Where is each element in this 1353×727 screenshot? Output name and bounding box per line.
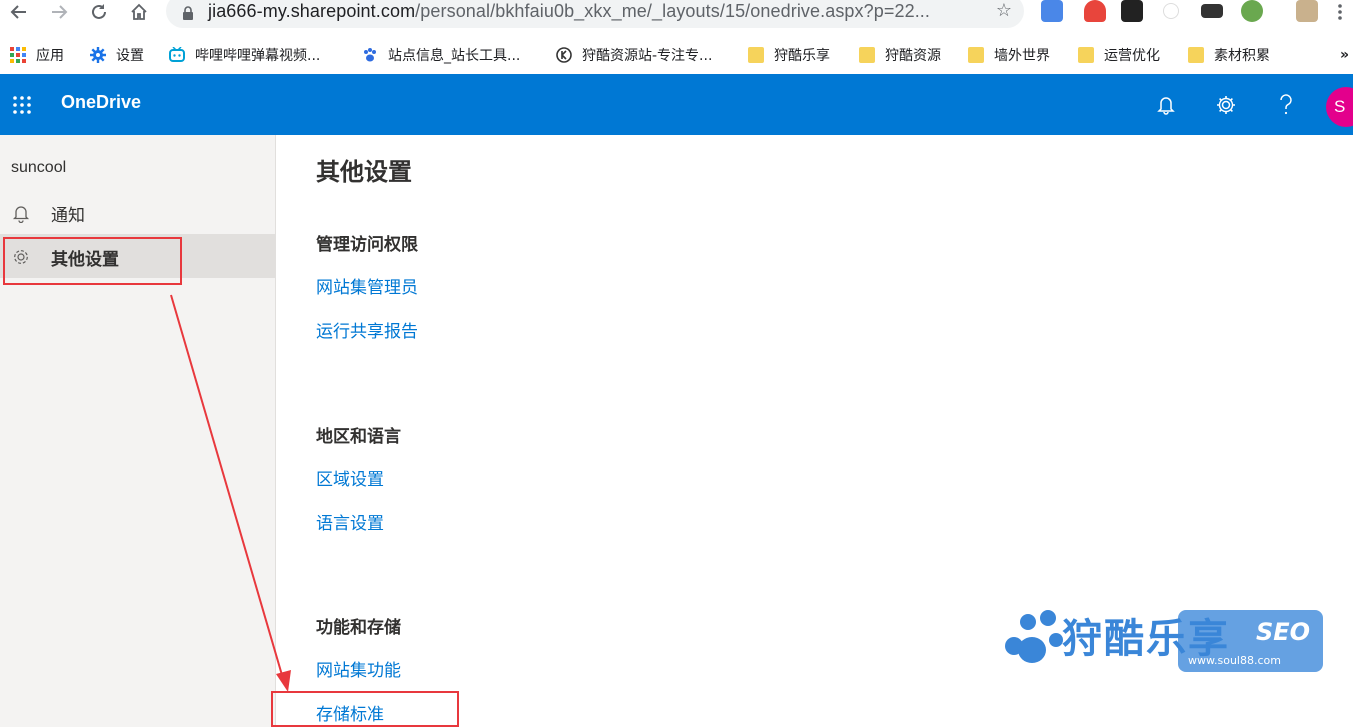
- link-site-collection-features[interactable]: 网站集功能: [316, 656, 401, 681]
- bookmark-folder[interactable]: 狩酷资源: [859, 42, 941, 68]
- bookmark-label: 狩酷乐享: [774, 48, 830, 64]
- bookmark-site-info[interactable]: 站点信息_站长工具...: [362, 42, 520, 68]
- apps-grid-icon: [10, 47, 26, 63]
- settings-button[interactable]: [1211, 90, 1241, 120]
- extension-red-icon[interactable]: [1084, 0, 1106, 22]
- reload-icon: [92, 4, 106, 19]
- home-button[interactable]: [124, 0, 154, 24]
- app-launcher-button[interactable]: [0, 74, 44, 135]
- highlight-box-settings: [3, 237, 182, 285]
- lock-icon: [183, 6, 193, 20]
- bookmark-settings[interactable]: 设置: [90, 42, 144, 68]
- more-bookmarks-button[interactable]: »: [1340, 42, 1349, 68]
- extension-profile-icon[interactable]: [1296, 0, 1318, 22]
- folder-icon: [1188, 47, 1204, 63]
- bookmark-resource-site[interactable]: 狩酷资源站-专注专...: [556, 42, 712, 68]
- home-icon: [131, 3, 147, 20]
- bookmark-folder[interactable]: 狩酷乐享: [748, 42, 830, 68]
- more-bookmarks-chevron-icon: »: [1340, 47, 1350, 63]
- section-title-features-storage: 功能和存储: [316, 618, 401, 638]
- suite-header: OneDrive S: [0, 74, 1353, 135]
- url-text: jia666-my.sharepoint.com/personal/bkhfai…: [208, 1, 930, 22]
- bell-icon: [12, 206, 30, 223]
- bookmark-label: 站点信息_站长工具...: [388, 48, 521, 64]
- folder-icon: [748, 47, 764, 63]
- watermark-site: www.soul88.com: [1188, 654, 1281, 667]
- bookmark-label: 运营优化: [1104, 48, 1160, 64]
- section-title-access: 管理访问权限: [316, 235, 418, 255]
- link-site-collection-admins[interactable]: 网站集管理员: [316, 273, 418, 298]
- extension-dot-icon[interactable]: [1163, 3, 1179, 19]
- url-host: jia666-my.sharepoint.com: [208, 1, 416, 21]
- translate-extension-icon[interactable]: [1041, 0, 1063, 22]
- arrow-right-icon: [52, 5, 68, 19]
- site-name: suncool: [11, 159, 67, 176]
- folder-icon: [859, 47, 875, 63]
- browser-menu-button[interactable]: [1328, 0, 1352, 24]
- back-button[interactable]: [4, 0, 34, 24]
- gear-icon: [1217, 96, 1235, 114]
- watermark-seo: SEO: [1256, 618, 1311, 646]
- folder-icon: [968, 47, 984, 63]
- bookmark-folder[interactable]: 素材积累: [1188, 42, 1270, 68]
- avatar-initial: S: [1334, 97, 1346, 116]
- nav-item-notifications[interactable]: 通知: [0, 190, 275, 234]
- folder-icon: [1078, 47, 1094, 63]
- address-bar[interactable]: jia666-my.sharepoint.com/personal/bkhfai…: [166, 0, 1024, 28]
- bookmark-label: 哔哩哔哩弹幕视频...: [195, 48, 321, 64]
- extension-glasses-icon[interactable]: [1201, 4, 1223, 18]
- bookmark-star-icon[interactable]: ☆: [996, 0, 1012, 21]
- k-circle-icon: [556, 47, 572, 63]
- paw-icon: [364, 48, 376, 62]
- help-button[interactable]: [1271, 90, 1301, 120]
- bookmark-label: 墙外世界: [994, 48, 1050, 64]
- section-title-region-language: 地区和语言: [316, 427, 401, 447]
- page-title: 其他设置: [316, 158, 412, 186]
- extension-globe-icon[interactable]: [1241, 0, 1263, 22]
- url-path: /personal/bkhfaiu0b_xkx_me/_layouts/15/o…: [415, 1, 931, 21]
- bookmark-label: 应用: [36, 48, 64, 64]
- notifications-button[interactable]: [1151, 90, 1181, 120]
- waffle-icon: [13, 95, 31, 114]
- bookmark-label: 设置: [116, 48, 144, 64]
- forward-button[interactable]: [44, 0, 74, 24]
- bookmark-folder[interactable]: 墙外世界: [968, 42, 1050, 68]
- account-avatar[interactable]: S: [1326, 87, 1353, 127]
- bookmark-label: 狩酷资源: [885, 48, 941, 64]
- app-title[interactable]: OneDrive: [61, 92, 141, 113]
- link-regional-settings[interactable]: 区域设置: [316, 465, 384, 490]
- left-navigation: suncool 通知 其他设置: [0, 135, 276, 727]
- bilibili-icon: [169, 47, 185, 62]
- bookmark-folder[interactable]: 运营优化: [1078, 42, 1160, 68]
- highlight-box-storage: [271, 691, 459, 727]
- gear-icon: [90, 47, 106, 63]
- extension-mask-icon[interactable]: [1121, 0, 1143, 22]
- question-mark-icon: [1280, 94, 1292, 115]
- bookmark-label: 素材积累: [1214, 48, 1270, 64]
- arrow-left-icon: [10, 5, 26, 19]
- reload-button[interactable]: [84, 0, 114, 24]
- bookmark-bilibili[interactable]: 哔哩哔哩弹幕视频...: [169, 42, 320, 68]
- link-language-settings[interactable]: 语言设置: [316, 509, 384, 534]
- bookmarks-bar: 应用 设置 哔哩哔哩弹幕视频... 站点信息_站长工具... 狩酷资源站-专注专…: [0, 36, 1353, 74]
- bookmark-apps[interactable]: 应用: [10, 42, 64, 68]
- bell-icon: [1157, 97, 1175, 115]
- browser-toolbar: jia666-my.sharepoint.com/personal/bkhfai…: [0, 0, 1353, 36]
- nav-item-label: 通知: [51, 206, 85, 226]
- kebab-menu-icon: [1338, 4, 1342, 20]
- link-run-sharing-report[interactable]: 运行共享报告: [316, 317, 418, 342]
- bookmark-label: 狩酷资源站-专注专...: [582, 48, 713, 64]
